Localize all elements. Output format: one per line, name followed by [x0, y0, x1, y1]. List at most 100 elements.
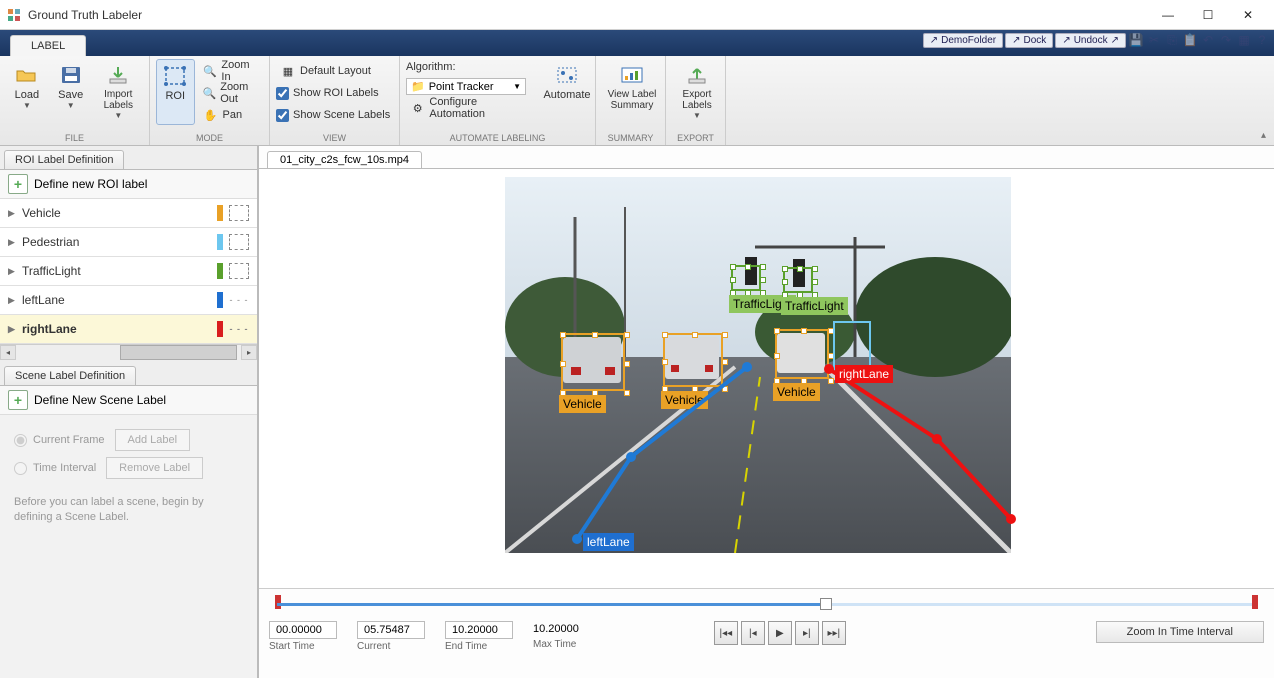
layout-icon[interactable]: ▦ [1236, 32, 1252, 48]
expand-icon[interactable]: ▶ [8, 266, 16, 277]
cut-icon[interactable]: ✂ [1146, 32, 1162, 48]
load-button[interactable]: Load▼ [6, 59, 48, 120]
dock-button[interactable]: ↗Dock [1005, 33, 1053, 48]
show-scene-labels-checkbox[interactable]: Show Scene Labels [276, 105, 393, 125]
group-label-mode: MODE [150, 133, 269, 143]
roi-label-vehicle[interactable]: ▶Vehicle [0, 199, 257, 228]
import-icon [104, 63, 132, 87]
define-scene-row[interactable]: + Define New Scene Label [0, 386, 257, 415]
expand-icon[interactable]: ▶ [8, 324, 16, 335]
summary-icon [618, 63, 646, 87]
automate-icon [553, 63, 581, 87]
show-roi-labels-checkbox[interactable]: Show ROI Labels [276, 83, 393, 103]
ribbon-tab-row: LABEL ↗DemoFolder ↗Dock ↗Undock↗ 💾 ✂ ⎘ 📋… [0, 30, 1274, 56]
window-title: Ground Truth Labeler [28, 8, 1148, 22]
copy-icon[interactable]: ⎘ [1164, 32, 1180, 48]
group-label-view: VIEW [270, 133, 399, 143]
define-roi-row[interactable]: + Define new ROI label [0, 170, 257, 199]
go-start-button[interactable]: |◂◂ [714, 621, 738, 645]
layout-grid-icon: ▦ [280, 63, 296, 79]
app-icon [6, 7, 22, 23]
minimize-button[interactable]: — [1148, 1, 1188, 29]
pan-button[interactable]: ✋Pan [199, 105, 263, 125]
start-time-input[interactable]: 00.00000 [269, 621, 337, 639]
video-frame: VehicleVehicleVehicleTrafficLightTraffic… [505, 177, 1011, 553]
export-labels-button[interactable]: Export Labels▼ [672, 59, 722, 120]
bbox-vehicle[interactable]: Vehicle [561, 333, 625, 391]
view-summary-button[interactable]: View Label Summary [602, 59, 662, 111]
bbox-vehicle[interactable]: Vehicle [775, 329, 829, 379]
save-button[interactable]: Save▼ [50, 59, 92, 120]
help-icon[interactable]: ? [1254, 32, 1270, 48]
bbox-vehicle[interactable]: Vehicle [663, 333, 723, 387]
time-slider[interactable] [269, 593, 1264, 615]
go-end-button[interactable]: ▸▸| [822, 621, 846, 645]
zoom-in-icon: 🔍 [203, 63, 218, 79]
label-name: TrafficLight [22, 264, 211, 278]
configure-automation-button[interactable]: ⚙Configure Automation [406, 98, 535, 118]
current-time-input[interactable]: 05.75487 [357, 621, 425, 639]
redo-icon[interactable]: ↷ [1218, 32, 1234, 48]
group-label-export: EXPORT [666, 133, 725, 143]
roi-label-trafficlight[interactable]: ▶ TrafficLight [0, 257, 257, 286]
rect-shape-icon [229, 263, 249, 279]
zoom-in-button[interactable]: 🔍Zoom In [199, 61, 263, 81]
step-forward-button[interactable]: ▸| [795, 621, 819, 645]
folder-open-icon [13, 63, 41, 87]
algorithm-dropdown[interactable]: 📁Point Tracker▼ [406, 78, 526, 95]
roi-label-pedestrian[interactable]: ▶Pedestrian [0, 228, 257, 257]
scene-panel-tab[interactable]: Scene Label Definition [4, 366, 136, 385]
time-interval-radio[interactable]: Time Interval [14, 462, 96, 475]
undock-button[interactable]: ↗Undock↗ [1055, 33, 1126, 48]
undo-icon[interactable]: ↶ [1200, 32, 1216, 48]
step-back-button[interactable]: |◂ [741, 621, 765, 645]
zoom-out-button[interactable]: 🔍Zoom Out [199, 83, 263, 103]
group-label-file: FILE [0, 133, 149, 143]
expand-icon[interactable]: ▶ [8, 208, 16, 219]
expand-icon[interactable]: ▶ [8, 295, 16, 306]
tab-label[interactable]: LABEL [10, 35, 86, 56]
lane-rightlane[interactable] [505, 177, 805, 327]
line-shape-icon: - - - [229, 295, 249, 305]
roi-label-rightlane[interactable]: ▶ rightLane - - - [0, 315, 257, 344]
color-swatch [217, 321, 223, 337]
scroll-left-icon[interactable]: ◂ [0, 345, 16, 360]
bbox-label-text: Vehicle [773, 383, 820, 401]
ribbon-collapse-icon[interactable]: ▴ [1261, 130, 1266, 141]
close-button[interactable]: ✕ [1228, 1, 1268, 29]
add-scene-label-button[interactable]: + [8, 390, 28, 410]
zoom-interval-button[interactable]: Zoom In Time Interval [1096, 621, 1264, 643]
demo-folder-button[interactable]: ↗DemoFolder [923, 33, 1003, 48]
roi-mode-button[interactable]: ROI [156, 59, 195, 125]
define-roi-text: Define new ROI label [34, 177, 147, 191]
save-quick-icon[interactable]: 💾 [1128, 32, 1144, 48]
roi-hscroll[interactable]: ◂ ▸ [0, 344, 257, 360]
add-roi-label-button[interactable]: + [8, 174, 28, 194]
label-name: rightLane [22, 322, 211, 336]
color-swatch [217, 263, 223, 279]
maximize-button[interactable]: ☐ [1188, 1, 1228, 29]
play-button[interactable]: ▶ [768, 621, 792, 645]
viewport[interactable]: VehicleVehicleVehicleTrafficLightTraffic… [259, 168, 1274, 588]
end-time-input[interactable]: 10.20000 [445, 621, 513, 639]
end-marker[interactable] [1252, 595, 1258, 609]
current-frame-radio[interactable]: Current Frame [14, 434, 105, 447]
import-labels-button[interactable]: Import Labels▼ [94, 59, 143, 120]
automate-button[interactable]: Automate [545, 59, 589, 118]
pan-icon: ✋ [203, 107, 219, 123]
roi-label-leftlane[interactable]: ▶leftLane- - - [0, 286, 257, 315]
default-layout-button[interactable]: ▦Default Layout [276, 61, 393, 81]
roi-label-list: ▶Vehicle▶Pedestrian▶TrafficLight▶leftLan… [0, 199, 257, 344]
scroll-right-icon[interactable]: ▸ [241, 345, 257, 360]
add-scene-button: Add Label [115, 429, 191, 451]
slider-thumb[interactable] [820, 598, 832, 610]
paste-icon[interactable]: 📋 [1182, 32, 1198, 48]
quick-access: ↗DemoFolder ↗Dock ↗Undock↗ 💾 ✂ ⎘ 📋 ↶ ↷ ▦… [923, 32, 1270, 48]
line-shape-icon: - - - [229, 324, 249, 334]
lane-label-text: rightLane [835, 365, 893, 383]
save-icon [57, 63, 85, 87]
roi-panel-tab[interactable]: ROI Label Definition [4, 150, 124, 169]
start-marker[interactable] [275, 595, 281, 609]
file-tab[interactable]: 01_city_c2s_fcw_10s.mp4 [267, 151, 422, 168]
expand-icon[interactable]: ▶ [8, 237, 16, 248]
